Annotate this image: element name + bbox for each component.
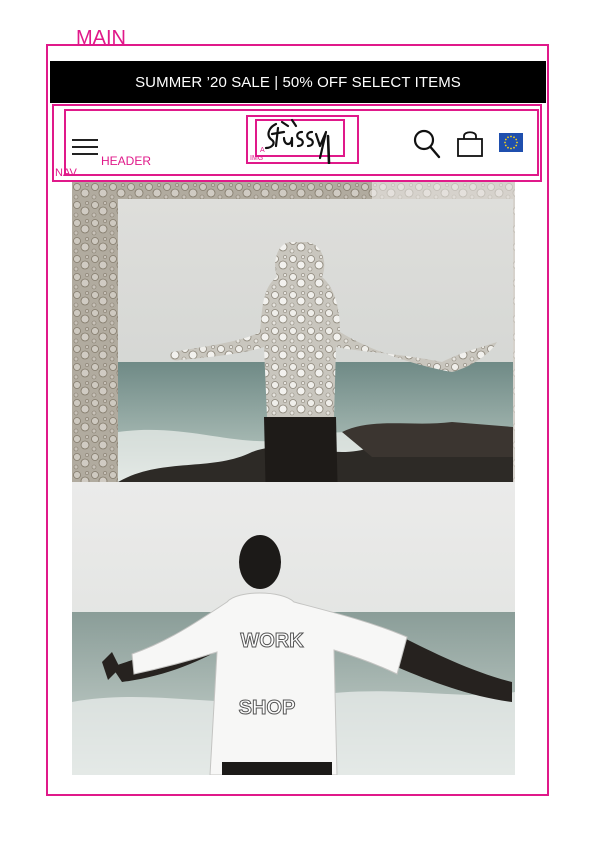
shirt-text-top: WORK [240, 630, 304, 652]
search-icon[interactable] [413, 129, 441, 159]
promo-banner-text: SUMMER ’20 SALE | 50% OFF SELECT ITEMS [135, 73, 461, 91]
nav-annotation-label: NAV [55, 167, 77, 179]
logo[interactable] [262, 118, 338, 165]
stussy-logo-icon [264, 118, 331, 165]
promo-banner[interactable]: SUMMER ’20 SALE | 50% OFF SELECT ITEMS [50, 61, 546, 103]
page: MAIN SUMMER ’20 SALE | 50% OFF SELECT IT… [0, 0, 595, 842]
shopping-bag-icon[interactable] [456, 130, 484, 158]
hero-image[interactable]: WORK SHOP [72, 182, 515, 775]
header-annotation-label: HEADER [101, 154, 152, 168]
shirt-text-bottom: SHOP [239, 697, 296, 719]
menu-icon[interactable] [72, 138, 98, 156]
eu-flag-icon[interactable] [499, 133, 523, 152]
